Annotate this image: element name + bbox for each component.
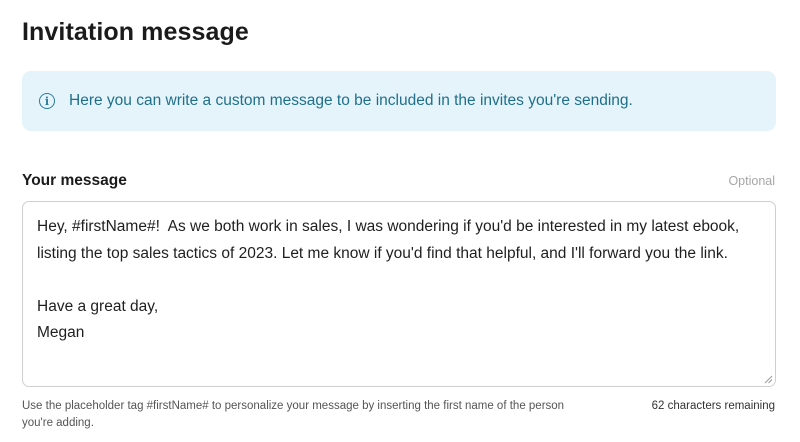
page-title: Invitation message bbox=[22, 18, 249, 46]
message-hint: Use the placeholder tag #firstName# to p… bbox=[22, 400, 565, 429]
invitation-message-page: Invitation message i Here you can write … bbox=[0, 0, 800, 442]
info-banner-text: Here you can write a custom message to b… bbox=[69, 92, 633, 109]
characters-remaining: 62 characters remaining bbox=[651, 400, 775, 412]
info-icon: i bbox=[39, 93, 55, 109]
info-banner: i Here you can write a custom message to… bbox=[22, 71, 776, 131]
optional-label: Optional bbox=[728, 174, 775, 188]
resize-handle-icon[interactable] bbox=[764, 375, 773, 384]
message-textarea[interactable] bbox=[22, 201, 776, 387]
message-field-label: Your message bbox=[22, 172, 127, 189]
